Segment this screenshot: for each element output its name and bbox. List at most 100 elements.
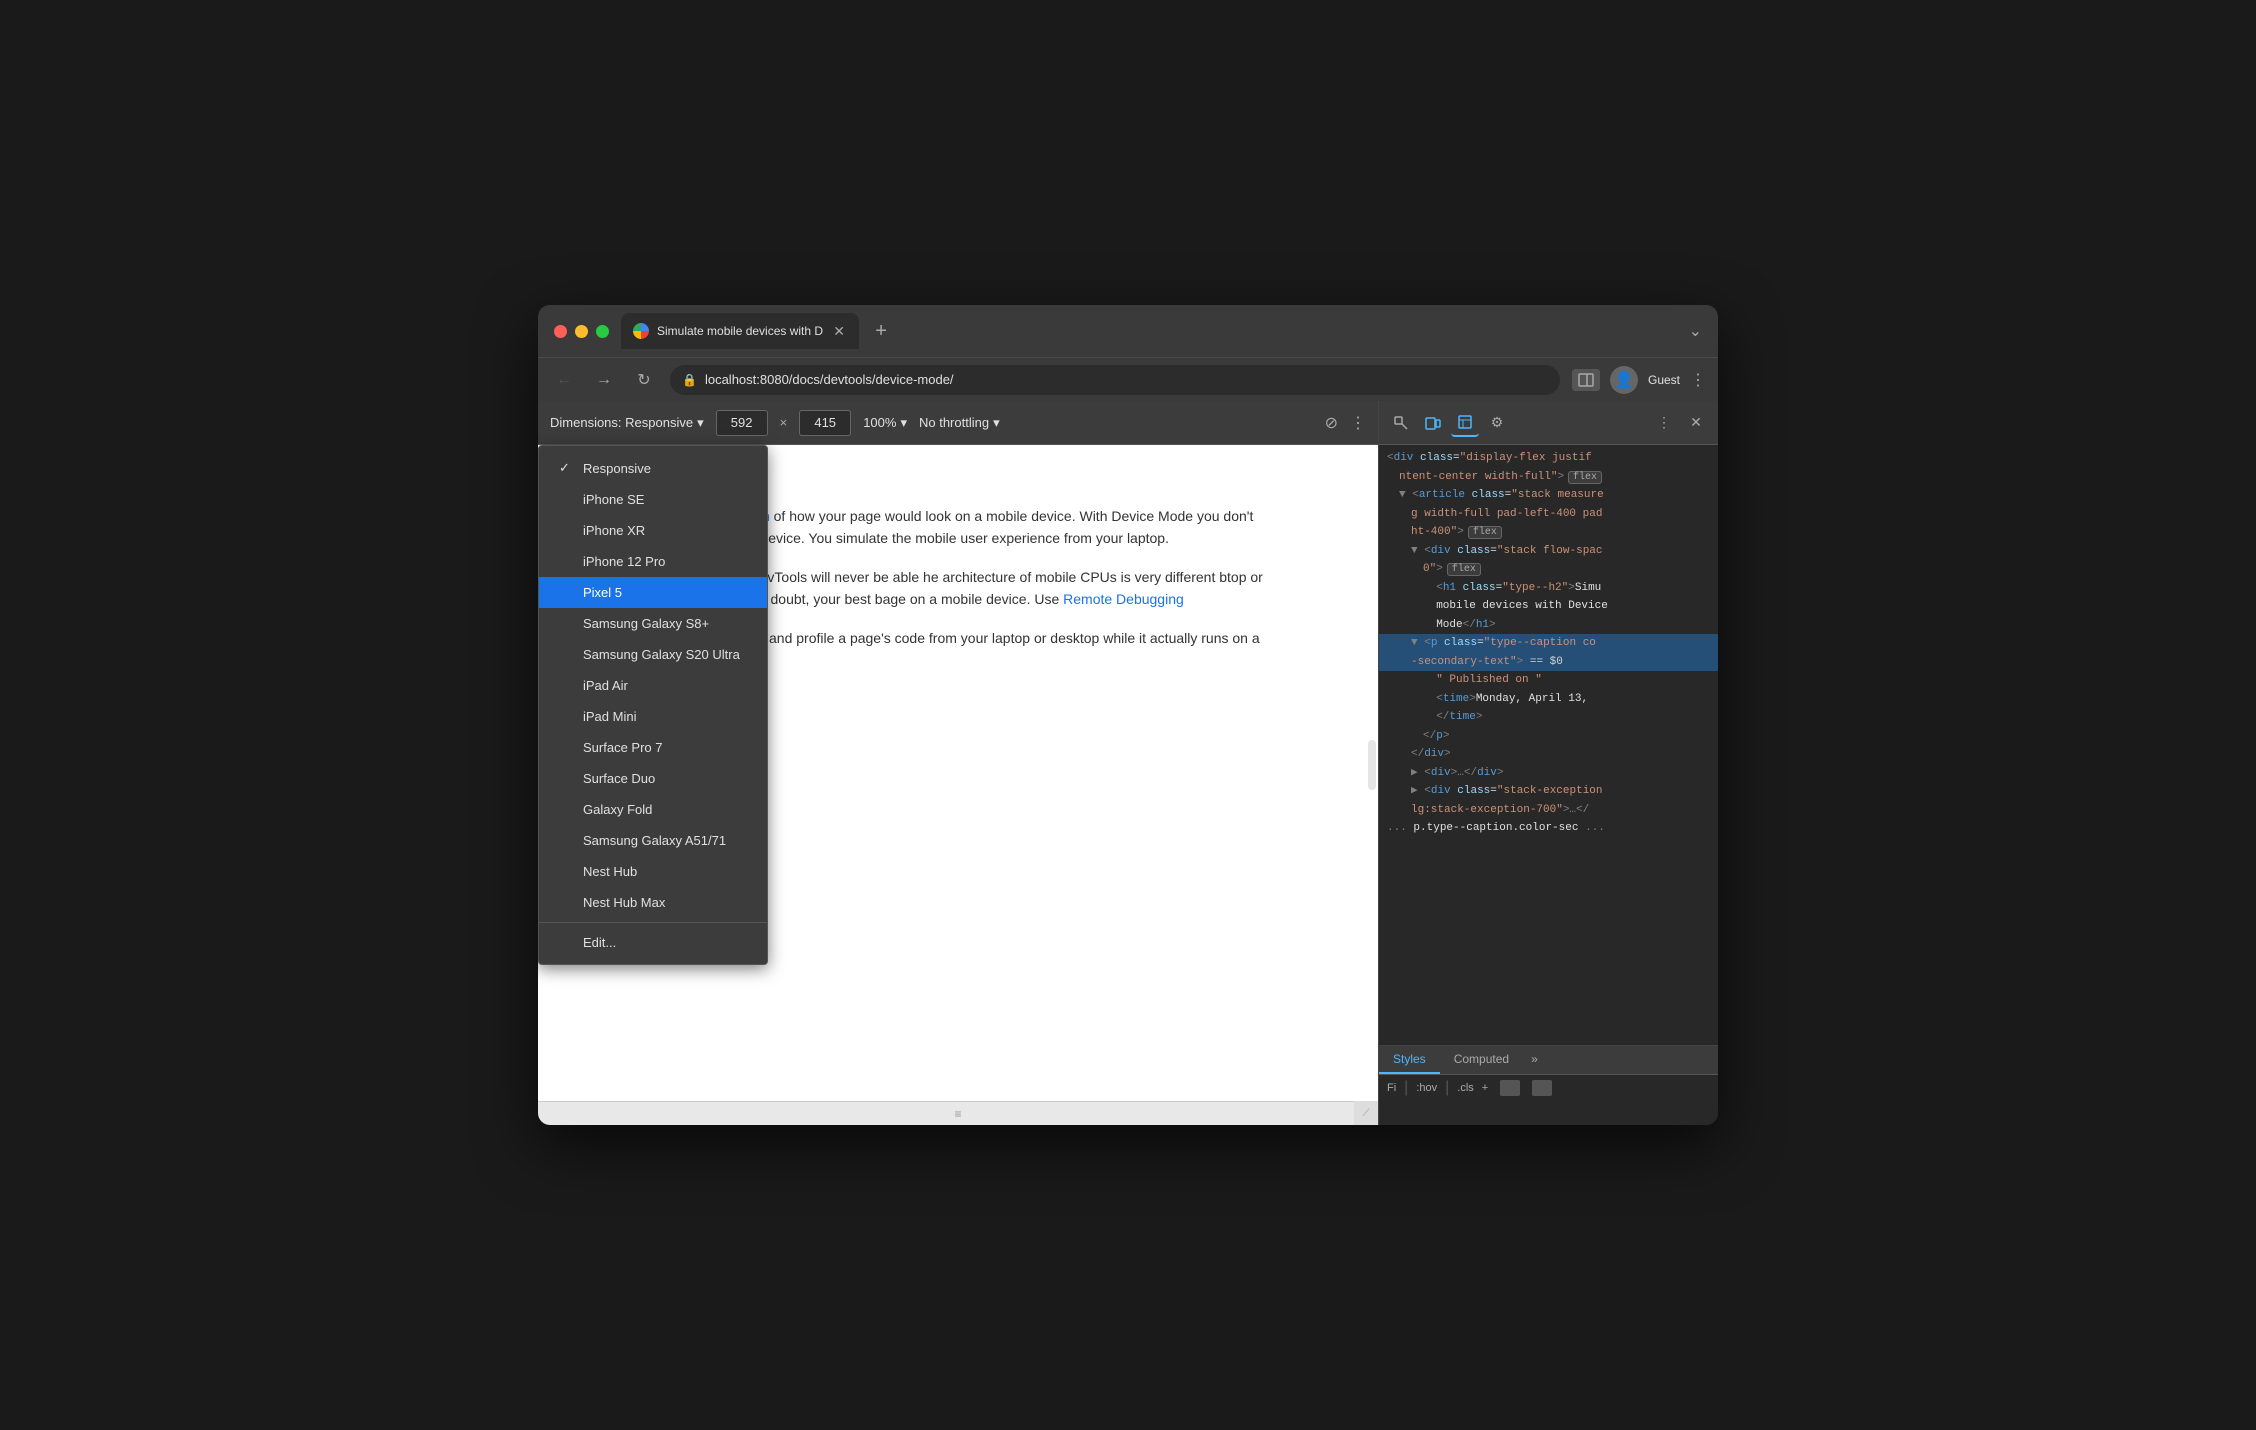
close-devtools-button[interactable]: ✕ [1682, 409, 1710, 437]
dropdown-item-label: Surface Pro 7 [583, 740, 663, 755]
minimize-window-button[interactable] [575, 325, 588, 338]
html-line-13[interactable]: <time>Monday, April 13, [1379, 690, 1718, 709]
dropdown-item-pixel-5[interactable]: Pixel 5 [539, 577, 767, 608]
tab-title: Simulate mobile devices with D [657, 324, 823, 338]
dropdown-item-label: Samsung Galaxy S20 Ultra [583, 647, 740, 662]
more-devtools-button[interactable]: ⋮ [1650, 409, 1678, 437]
dropdown-item-label: Nest Hub [583, 864, 637, 879]
html-line-19[interactable]: lg:stack-exception-700">…</ [1379, 801, 1718, 820]
dropdown-item-responsive[interactable]: ✓Responsive [539, 452, 767, 484]
maximize-window-button[interactable] [596, 325, 609, 338]
new-style-rule-button[interactable] [1500, 1080, 1520, 1096]
window-controls-button[interactable]: ⌄ [1689, 321, 1702, 341]
devtools-html-content: <div class="display-flex justifntent-cen… [1379, 445, 1718, 1045]
html-line-18[interactable]: ▶ <div class="stack-exception [1379, 782, 1718, 801]
zoom-select[interactable]: 100% ▾ [863, 415, 907, 431]
chrome-favicon [633, 323, 649, 339]
dropdown-item-label: Surface Duo [583, 771, 655, 786]
dropdown-item-samsung-galaxy-s8+[interactable]: Samsung Galaxy S8+ [539, 608, 767, 639]
filter-fi[interactable]: Fi [1387, 1082, 1396, 1094]
flex-badge: flex [1468, 526, 1502, 539]
flex-badge: flex [1568, 471, 1602, 484]
inspect-element-button[interactable] [1387, 409, 1415, 437]
cls-filter[interactable]: .cls [1457, 1082, 1474, 1094]
dropdown-item-ipad-air[interactable]: iPad Air [539, 670, 767, 701]
dropdown-item-samsung-galaxy-s20-ultra[interactable]: Samsung Galaxy S20 Ultra [539, 639, 767, 670]
dropdown-item-samsung-galaxy-a51/71[interactable]: Samsung Galaxy A51/71 [539, 825, 767, 856]
html-line-8[interactable]: mobile devices with Device [1379, 597, 1718, 616]
html-line-17[interactable]: ▶ <div>…</div> [1379, 764, 1718, 783]
dropdown-item-surface-duo[interactable]: Surface Duo [539, 763, 767, 794]
devtools-toolbar: ⚙ ⋮ ✕ [1379, 401, 1718, 445]
html-line-9[interactable]: Mode</h1> [1379, 616, 1718, 635]
dimensions-label: Dimensions: Responsive [550, 415, 693, 430]
dimensions-select[interactable]: Dimensions: Responsive ▾ [550, 415, 704, 431]
html-line-6[interactable]: 0">flex [1379, 560, 1718, 579]
back-button[interactable]: ← [550, 366, 578, 394]
height-input[interactable] [799, 410, 851, 436]
dropdown-item-label: Responsive [583, 461, 651, 476]
styles-tab[interactable]: Styles [1379, 1046, 1440, 1074]
more-tabs-button[interactable]: » [1523, 1046, 1546, 1074]
elements-panel-button[interactable] [1451, 409, 1479, 437]
html-line-14[interactable]: </time> [1379, 708, 1718, 727]
devtools-filter-bar: Fi | :hov | .cls + [1379, 1075, 1718, 1101]
html-line-3[interactable]: g width-full pad-left-400 pad [1379, 505, 1718, 524]
computed-tab[interactable]: Computed [1440, 1046, 1523, 1074]
refresh-button[interactable]: ↻ [630, 366, 658, 394]
html-line-7[interactable]: <h1 class="type--h2">Simu [1379, 579, 1718, 598]
html-line-11[interactable]: -secondary-text"> == $0 [1379, 653, 1718, 672]
html-line-1[interactable]: ntent-center width-full">flex [1379, 468, 1718, 487]
device-mode-button[interactable] [1419, 409, 1447, 437]
dropdown-item-edit...[interactable]: Edit... [539, 927, 767, 958]
more-options-icon[interactable]: ⋮ [1350, 413, 1366, 433]
html-line-5[interactable]: ▼ <div class="stack flow-spac [1379, 542, 1718, 561]
user-avatar-button[interactable]: 👤 [1610, 366, 1638, 394]
width-input[interactable] [716, 410, 768, 436]
bottom-resize-handle[interactable]: ≡ ⟋ [538, 1101, 1378, 1125]
devtools-tabs: Styles Computed » [1379, 1046, 1718, 1075]
add-style-rule[interactable]: + [1482, 1082, 1488, 1094]
dropdown-item-label: iPad Mini [583, 709, 636, 724]
dropdown-item-iphone-12-pro[interactable]: iPhone 12 Pro [539, 546, 767, 577]
dropdown-item-label: iPad Air [583, 678, 628, 693]
browser-menu-button[interactable]: ⋮ [1690, 370, 1706, 390]
html-line-10[interactable]: ▼ <p class="type--caption co [1379, 634, 1718, 653]
settings-button[interactable]: ⚙ [1483, 409, 1511, 437]
tab-close-button[interactable]: ✕ [831, 323, 847, 339]
page-scrollbar[interactable] [1368, 740, 1376, 790]
forward-button[interactable]: → [590, 366, 618, 394]
html-line-16[interactable]: </div> [1379, 745, 1718, 764]
hover-filter[interactable]: :hov [1416, 1082, 1437, 1094]
close-window-button[interactable] [554, 325, 567, 338]
dropdown-item-label: iPhone XR [583, 523, 645, 538]
dropdown-item-iphone-se[interactable]: iPhone SE [539, 484, 767, 515]
html-line-15[interactable]: </p> [1379, 727, 1718, 746]
toggle-element-state-button[interactable] [1532, 1080, 1552, 1096]
html-line-4[interactable]: ht-400">flex [1379, 523, 1718, 542]
resize-corner-icon[interactable]: ⟋ [1363, 1108, 1370, 1119]
new-tab-button[interactable]: + [867, 317, 895, 345]
dropdown-item-galaxy-fold[interactable]: Galaxy Fold [539, 794, 767, 825]
devtools-panel: ⚙ ⋮ ✕ <div class="display-flex justifnte… [1378, 401, 1718, 1125]
url-bar[interactable]: 🔒 localhost:8080/docs/devtools/device-mo… [670, 365, 1560, 395]
active-tab[interactable]: Simulate mobile devices with D ✕ [621, 313, 859, 349]
security-icon: 🔒 [682, 373, 697, 387]
toggle-devtools-button[interactable] [1572, 369, 1600, 391]
dropdown-item-surface-pro-7[interactable]: Surface Pro 7 [539, 732, 767, 763]
dropdown-item-iphone-xr[interactable]: iPhone XR [539, 515, 767, 546]
address-bar: ← → ↻ 🔒 localhost:8080/docs/devtools/dev… [538, 357, 1718, 401]
url-text: localhost:8080/docs/devtools/device-mode… [705, 372, 954, 387]
html-line-0[interactable]: <div class="display-flex justif [1379, 449, 1718, 468]
dropdown-item-label: Samsung Galaxy A51/71 [583, 833, 726, 848]
sensors-icon[interactable]: ⊘ [1325, 413, 1338, 433]
remote-debugging-link[interactable]: Remote Debugging [1063, 591, 1184, 607]
html-line-20[interactable]: ... p.type--caption.color-sec ... [1379, 819, 1718, 838]
html-line-2[interactable]: ▼ <article class="stack measure [1379, 486, 1718, 505]
dropdown-item-label: Pixel 5 [583, 585, 622, 600]
dropdown-item-ipad-mini[interactable]: iPad Mini [539, 701, 767, 732]
throttle-select[interactable]: No throttling ▾ [919, 415, 1000, 431]
html-line-12[interactable]: " Published on " [1379, 671, 1718, 690]
dropdown-item-nest-hub[interactable]: Nest Hub [539, 856, 767, 887]
dropdown-item-nest-hub-max[interactable]: Nest Hub Max [539, 887, 767, 918]
